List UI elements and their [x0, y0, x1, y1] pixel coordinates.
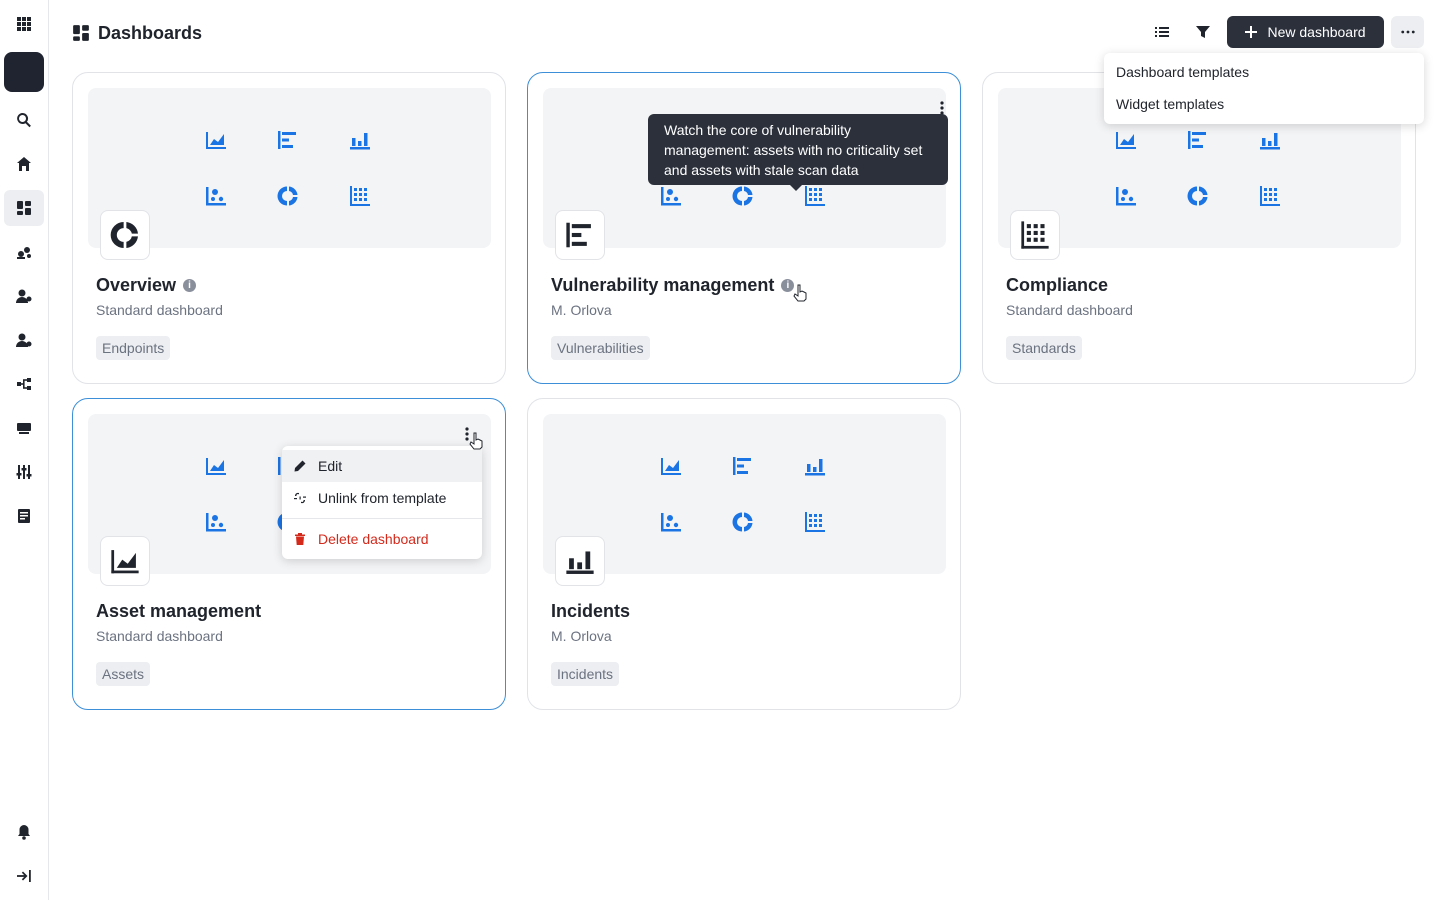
delete-menu-item[interactable]: Delete dashboard — [282, 523, 482, 555]
card-title: Asset management — [96, 601, 262, 621]
card-title-row: Incidents — [551, 601, 630, 622]
pencil-icon — [294, 460, 306, 472]
home-icon[interactable] — [4, 146, 44, 182]
dashboard-card-incidents[interactable]: Incidents M. Orlova Incidents — [527, 398, 961, 710]
tickets-icon[interactable] — [4, 410, 44, 446]
scatter-chart-icon — [205, 511, 227, 533]
card-title: Overview — [96, 275, 177, 295]
card-title: Incidents — [551, 601, 631, 621]
apps-grid-icon[interactable] — [4, 6, 44, 42]
heatmap-icon — [1010, 210, 1060, 260]
dashboard-card-overview[interactable]: Overview i Standard dashboard Endpoints — [72, 72, 506, 384]
card-subtitle: Standard dashboard — [96, 628, 223, 644]
users-settings-icon[interactable] — [4, 278, 44, 314]
bar-chart-horizontal-icon — [277, 129, 299, 151]
ellipsis-icon — [1400, 30, 1415, 34]
card-subtitle: M. Orlova — [551, 302, 612, 318]
card-title-row: Compliance — [1006, 275, 1108, 296]
card-tag: Vulnerabilities — [551, 336, 650, 360]
donut-chart-icon — [1187, 185, 1209, 207]
heatmap-icon — [349, 185, 371, 207]
card-subtitle: Standard dashboard — [96, 302, 223, 318]
area-chart-icon — [1115, 129, 1137, 151]
new-dashboard-button[interactable]: New dashboard — [1227, 16, 1384, 48]
card-preview — [88, 88, 491, 260]
unlink-label: Unlink from template — [318, 490, 447, 506]
card-title: Compliance — [1006, 275, 1109, 295]
more-options-menu: Dashboard templates Widget templates — [1104, 53, 1424, 124]
plus-icon — [1245, 26, 1258, 38]
donut-chart-icon — [732, 511, 754, 533]
card-title-row: Asset management — [96, 601, 261, 622]
bar-chart-icon — [804, 455, 826, 477]
bar-chart-horizontal-icon — [732, 455, 754, 477]
area-chart-icon — [205, 455, 227, 477]
trash-icon — [295, 533, 305, 545]
donut-chart-icon — [732, 185, 754, 207]
scatter-chart-icon — [205, 185, 227, 207]
dashboard-templates-item[interactable]: Dashboard templates — [1104, 56, 1424, 88]
assets-icon[interactable] — [4, 234, 44, 270]
bar-chart-icon — [1259, 129, 1281, 151]
info-icon[interactable]: i — [183, 279, 197, 292]
edit-label: Edit — [318, 458, 343, 474]
topology-icon[interactable] — [4, 366, 44, 402]
more-options-button[interactable] — [1391, 16, 1424, 48]
unlink-icon — [294, 492, 306, 504]
list-view-button[interactable] — [1146, 16, 1178, 48]
dashboards-icon — [73, 25, 89, 41]
card-subtitle: Standard dashboard — [1006, 302, 1133, 318]
new-dashboard-label: New dashboard — [1267, 24, 1366, 40]
unlink-menu-item[interactable]: Unlink from template — [282, 482, 482, 514]
card-tag: Endpoints — [96, 336, 171, 360]
notifications-bell-icon[interactable] — [4, 814, 44, 850]
area-chart-icon — [100, 536, 150, 586]
scatter-chart-icon — [660, 511, 682, 533]
edit-menu-item[interactable]: Edit — [282, 450, 482, 482]
dashboards-icon[interactable] — [4, 190, 44, 226]
donut-chart-icon — [277, 185, 299, 207]
area-chart-icon — [205, 129, 227, 151]
page-title: Dashboards — [98, 22, 203, 43]
card-tag: Incidents — [551, 662, 620, 686]
list-icon — [1155, 27, 1169, 37]
sidebar — [0, 0, 49, 900]
donut-chart-icon — [100, 210, 150, 260]
card-subtitle: M. Orlova — [551, 628, 612, 644]
menu-divider — [282, 518, 482, 519]
product-logo[interactable] — [4, 52, 44, 92]
card-tag: Assets — [96, 662, 151, 686]
search-icon[interactable] — [4, 102, 44, 138]
heatmap-icon — [804, 185, 826, 207]
delete-label: Delete dashboard — [318, 531, 429, 547]
card-title-row: Overview i — [96, 275, 197, 296]
filter-button[interactable] — [1187, 16, 1219, 48]
widget-templates-item[interactable]: Widget templates — [1104, 88, 1424, 120]
page-header: Dashboards — [72, 18, 202, 48]
info-tooltip: Watch the core of vulnerability manageme… — [648, 114, 948, 191]
scatter-chart-icon — [660, 185, 682, 207]
bar-chart-icon — [349, 129, 371, 151]
card-preview — [543, 414, 946, 586]
hand-cursor-icon — [469, 432, 483, 450]
hand-cursor-icon — [793, 284, 807, 302]
card-tag: Standards — [1006, 336, 1082, 360]
heatmap-icon — [804, 511, 826, 533]
reports-icon[interactable] — [4, 498, 44, 534]
expand-sidebar-icon[interactable] — [4, 858, 44, 894]
bar-chart-icon — [555, 536, 605, 586]
heatmap-icon — [1259, 185, 1281, 207]
accounts-icon[interactable] — [4, 322, 44, 358]
sliders-icon[interactable] — [4, 454, 44, 490]
area-chart-icon — [660, 455, 682, 477]
scatter-chart-icon — [1115, 185, 1137, 207]
filter-icon — [1196, 26, 1210, 38]
card-title-row: Vulnerability management i — [551, 275, 795, 296]
bar-chart-horizontal-icon — [1187, 129, 1209, 151]
bar-chart-horizontal-icon — [555, 210, 605, 260]
card-title: Vulnerability management — [551, 275, 775, 295]
card-context-menu: Edit Unlink from template Delete dashboa… — [282, 446, 482, 559]
